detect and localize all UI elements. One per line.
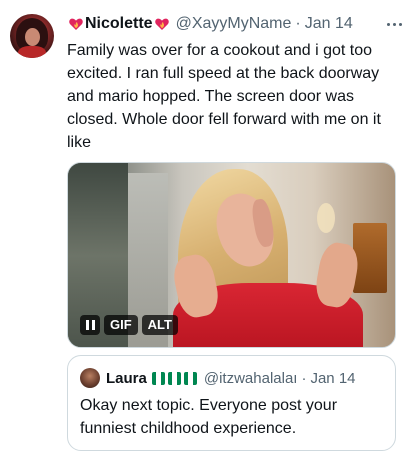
quoted-author-name: Laura bbox=[106, 369, 147, 387]
heart-on-fire-icon bbox=[154, 18, 169, 30]
header-separator: · bbox=[295, 15, 301, 32]
avatar-clothing bbox=[18, 46, 46, 58]
tweet-header: Nicolette @XayyMyName · Jan 14 bbox=[67, 13, 405, 35]
more-options-icon[interactable] bbox=[383, 13, 405, 35]
author-avatar[interactable] bbox=[10, 14, 54, 58]
quoted-tweet-text: Okay next topic. Everyone post your funn… bbox=[80, 397, 338, 437]
tweet-text: Family was over for a cookout and i got … bbox=[67, 42, 381, 151]
avatar-face bbox=[25, 28, 40, 46]
nigeria-flag-icon bbox=[183, 371, 197, 385]
pause-icon[interactable] bbox=[80, 315, 100, 335]
heart-on-fire-icon bbox=[69, 18, 83, 30]
author-handle[interactable]: @XayyMyName bbox=[176, 15, 292, 33]
nigeria-flag-icon bbox=[167, 371, 181, 385]
quoted-tweet[interactable]: Laura @itzwahalalaı · Jan 14 Okay next t… bbox=[67, 355, 396, 451]
tweet-date[interactable]: Jan 14 bbox=[305, 15, 353, 33]
media-scene-shelf bbox=[353, 223, 387, 293]
quoted-tweet-date: Jan 14 bbox=[310, 369, 356, 387]
quoted-header-separator: · bbox=[301, 369, 307, 387]
media-scene-lamp bbox=[317, 203, 335, 233]
author-name[interactable]: Nicolette bbox=[85, 15, 153, 33]
gif-badge: GIF bbox=[104, 315, 138, 335]
media-badges: GIF ALT bbox=[80, 315, 178, 335]
alt-badge[interactable]: ALT bbox=[141, 315, 178, 335]
flag-emojis bbox=[149, 371, 197, 385]
quoted-author-handle: @itzwahalalaı bbox=[203, 369, 298, 387]
quoted-author-avatar bbox=[80, 368, 100, 388]
quoted-tweet-header: Laura @itzwahalalaı · Jan 14 bbox=[80, 367, 356, 389]
nigeria-flag-icon bbox=[151, 371, 165, 385]
